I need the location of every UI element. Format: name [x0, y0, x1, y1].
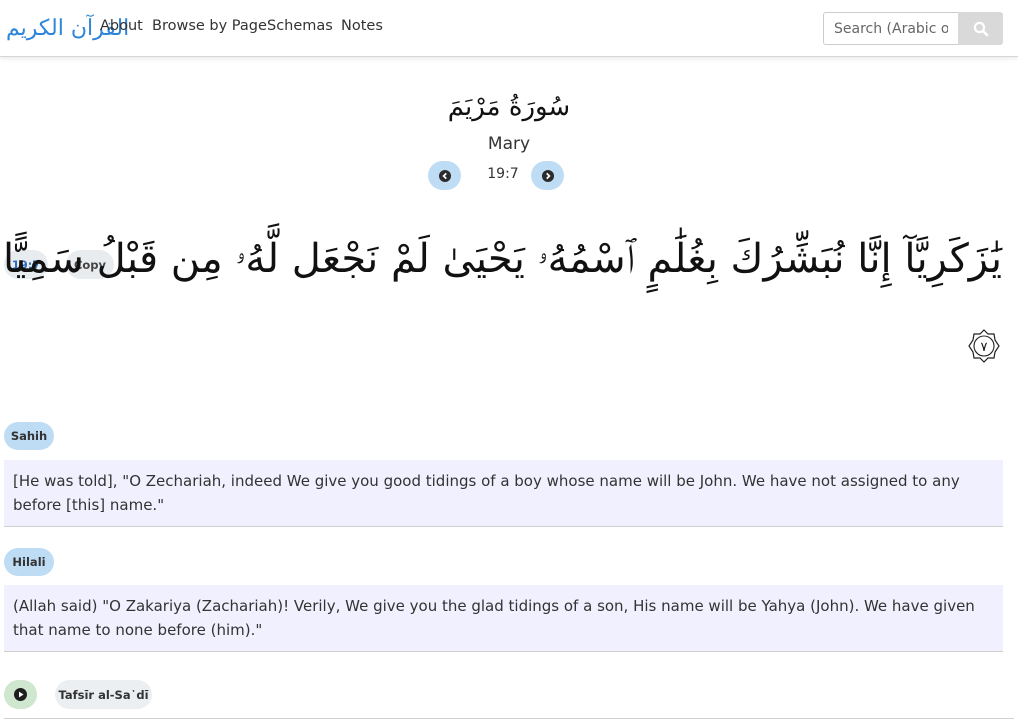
play-audio-button[interactable] — [4, 680, 37, 709]
search-icon — [973, 21, 988, 36]
chevron-left-icon — [438, 169, 451, 182]
divider — [4, 718, 1014, 719]
next-ayah-button[interactable] — [531, 161, 564, 190]
translation-label-hilali[interactable]: Hilali — [4, 548, 54, 576]
nav-link-browse-by-page[interactable]: Browse by Page — [152, 18, 267, 34]
ayah-arabic-text: يَٰزَكَرِيَّآ إِنَّا نُبَشِّرُكَ بِغُلَٰ… — [2, 236, 1002, 282]
surah-title-english: Mary — [487, 134, 531, 154]
tafsir-button[interactable]: Tafsīr al-Sa῾dī — [55, 680, 152, 709]
top-navbar: القرآن الكريم About Browse by Page Schem… — [0, 0, 1018, 57]
translation-text-sahih: [He was told], "O Zechariah, indeed We g… — [4, 460, 1003, 527]
current-ayah-reference: 19:7 — [487, 166, 519, 182]
ayah-marker-number: ٧ — [981, 340, 988, 355]
nav-link-notes[interactable]: Notes — [341, 18, 383, 34]
translation-label-sahih[interactable]: Sahih — [4, 422, 54, 450]
nav-link-schemas[interactable]: Schemas — [267, 18, 333, 34]
ayah-end-marker-icon: ٧ — [968, 329, 1000, 363]
previous-ayah-button[interactable] — [428, 161, 461, 190]
surah-title-arabic: سُورَةُ مَرْيَمَ — [447, 92, 571, 122]
search-input[interactable] — [823, 12, 958, 45]
chevron-right-icon — [541, 169, 554, 182]
play-icon — [14, 688, 27, 701]
translation-text-hilali: (Allah said) "O Zakariya (Zachariah)! Ve… — [4, 585, 1003, 652]
search-button[interactable] — [958, 12, 1003, 45]
nav-link-about[interactable]: About — [100, 18, 143, 34]
